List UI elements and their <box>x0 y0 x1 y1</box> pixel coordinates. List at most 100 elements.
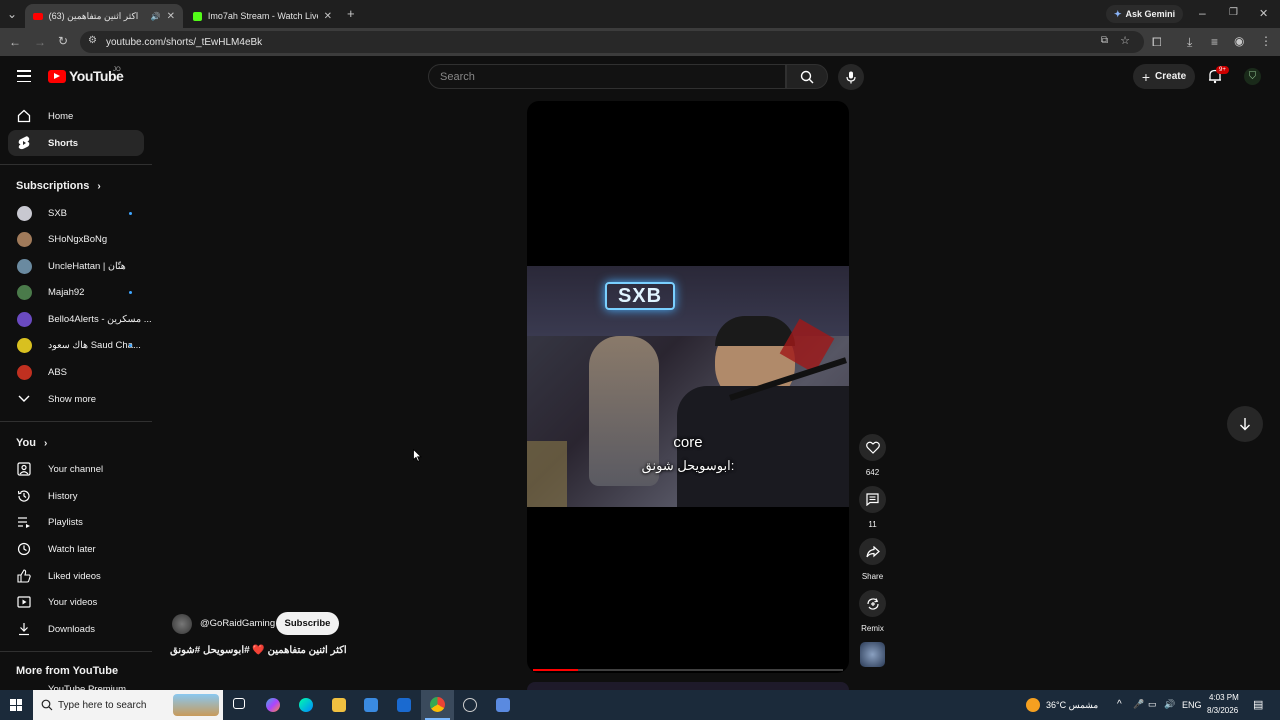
new-content-dot <box>129 212 132 215</box>
microphone-tray-icon[interactable]: 🎤 <box>1133 699 1144 710</box>
file-explorer-icon[interactable] <box>332 698 346 712</box>
sidebar-item-liked-videos[interactable]: Liked videos <box>8 563 144 589</box>
clock-date[interactable]: 8/3/2026 <box>1207 706 1238 715</box>
volume-icon[interactable]: 🔊 <box>1164 699 1175 710</box>
install-app-icon[interactable]: ⧉ <box>1101 35 1108 46</box>
tab-search-icon[interactable]: ⌄ <box>7 7 17 21</box>
ask-gemini-label: Ask Gemini <box>1125 9 1176 19</box>
youtube-favicon-icon <box>33 12 43 20</box>
like-icon <box>16 568 32 584</box>
close-window-icon[interactable]: ✕ <box>1259 7 1268 20</box>
you-heading[interactable]: You › <box>16 437 47 449</box>
obs-icon[interactable] <box>463 698 477 712</box>
tab-kick[interactable]: Imo7ah Stream - Watch Live on ✕ <box>185 4 340 28</box>
progress-track[interactable] <box>533 669 843 671</box>
download-icon <box>16 621 32 637</box>
sidebar-item-subscription[interactable]: SHoNgxBoNg <box>8 226 144 252</box>
sidebar-item-subscription[interactable]: SXB <box>8 200 144 226</box>
subscription-label: ABS <box>48 366 68 378</box>
subscribe-button[interactable]: Subscribe <box>276 612 339 635</box>
minimize-icon[interactable]: – <box>1199 6 1206 20</box>
taskbar-search-input[interactable]: Type here to search <box>33 690 223 720</box>
extensions-icon[interactable]: ⧠ <box>1152 35 1162 50</box>
plus-icon: + <box>1141 68 1151 85</box>
subscription-label: Majah92 <box>48 286 85 298</box>
windows-start-icon[interactable] <box>10 699 22 711</box>
app-icon[interactable] <box>496 698 510 712</box>
back-icon[interactable]: ← <box>9 35 21 49</box>
sidebar-item-show-more[interactable]: Show more <box>8 386 144 412</box>
sidebar-item-your-channel[interactable]: Your channel <box>8 456 144 482</box>
sidebar-item-downloads[interactable]: Downloads <box>8 616 144 642</box>
chevron-right-icon: › <box>43 437 48 449</box>
sidebar-item-subscription[interactable]: UncleHattan | هتّان <box>8 253 144 279</box>
profile-icon[interactable]: ◉ <box>1234 34 1244 48</box>
account-avatar[interactable]: ⛉ <box>1244 68 1261 85</box>
show-hidden-icons-icon[interactable]: ^ <box>1117 699 1122 710</box>
site-info-icon[interactable]: ⚙ <box>88 35 97 46</box>
sidebar-item-label: Watch later <box>48 543 96 555</box>
search-input[interactable]: Search <box>428 64 786 89</box>
store-icon[interactable] <box>364 698 378 712</box>
create-button[interactable]: + Create <box>1133 64 1195 89</box>
sidebar-item-label: Your channel <box>48 463 104 475</box>
sidebar: Home Shorts Subscriptions › SXB SHoNgxBo… <box>0 98 152 692</box>
restore-icon[interactable]: ❐ <box>1229 7 1238 18</box>
share-label: Share <box>861 572 884 581</box>
video-title[interactable]: اكثر اثنين متفاهمين ❤️ #ابوسويحل #شونق <box>170 645 347 656</box>
address-bar-row: ← → ↻ ⚙ youtube.com/shorts/_tEwHLM4eBk ⧉… <box>0 28 1280 56</box>
you-title: You <box>16 437 36 449</box>
like-button[interactable] <box>859 434 886 461</box>
sidebar-item-home[interactable]: Home <box>8 103 144 129</box>
sidebar-item-subscription[interactable]: ABS <box>8 359 144 385</box>
language-indicator[interactable]: ENG <box>1182 700 1202 710</box>
subscriptions-title: Subscriptions <box>16 180 90 192</box>
forward-icon[interactable]: → <box>34 35 46 49</box>
close-tab-icon[interactable]: ✕ <box>324 11 332 22</box>
remix-button[interactable] <box>859 590 886 617</box>
sidebar-item-subscription[interactable]: هاك سعود Saud Cha... <box>8 332 144 358</box>
ask-gemini-button[interactable]: ✦ Ask Gemini <box>1106 5 1184 23</box>
voice-search-button[interactable] <box>838 64 864 90</box>
next-video-button[interactable] <box>1227 406 1263 442</box>
url-field[interactable]: ⚙ youtube.com/shorts/_tEwHLM4eBk ⧉ ☆ <box>80 31 1144 53</box>
menu-icon[interactable]: ⋮ <box>1260 34 1272 48</box>
mail-icon[interactable] <box>397 698 411 712</box>
tab-youtube[interactable]: اكثر اثنين متفاهمين (63) 🔊 ✕ <box>25 4 183 28</box>
speaker-icon[interactable]: 🔊 <box>151 12 161 21</box>
sound-source-thumbnail[interactable] <box>860 642 885 667</box>
edge-icon[interactable] <box>299 698 313 712</box>
sidebar-item-history[interactable]: History <box>8 483 144 509</box>
subscriptions-heading[interactable]: Subscriptions › <box>16 180 101 192</box>
weather-text[interactable]: 36°C مشمس <box>1046 700 1098 711</box>
clock-time[interactable]: 4:03 PM <box>1209 693 1239 702</box>
media-control-icon[interactable]: ≡ <box>1211 35 1218 49</box>
notifications-button[interactable]: 9+ <box>1207 66 1229 86</box>
sidebar-item-your-videos[interactable]: Your videos <box>8 589 144 615</box>
downloads-icon[interactable]: ⤓ <box>1187 35 1192 50</box>
notification-center-icon[interactable]: ▤ <box>1253 698 1263 711</box>
network-icon[interactable]: ▭ <box>1148 699 1157 710</box>
comments-button[interactable] <box>859 486 886 513</box>
close-tab-icon[interactable]: ✕ <box>167 11 175 22</box>
search-button[interactable] <box>786 64 828 89</box>
hamburger-menu-icon[interactable] <box>17 70 31 82</box>
subscription-label: SHoNgxBoNg <box>48 233 108 245</box>
sidebar-item-watch-later[interactable]: Watch later <box>8 536 144 562</box>
new-tab-icon[interactable]: + <box>347 6 355 21</box>
task-view-icon[interactable] <box>233 698 245 709</box>
channel-name[interactable]: @GoRaidGaming <box>200 618 275 629</box>
chrome-icon <box>430 697 445 712</box>
share-button[interactable] <box>859 538 886 565</box>
bookmark-star-icon[interactable]: ☆ <box>1120 34 1130 47</box>
reload-icon[interactable]: ↻ <box>58 34 68 48</box>
copilot-icon[interactable] <box>266 698 280 712</box>
sidebar-item-playlists[interactable]: Playlists <box>8 509 144 535</box>
sidebar-item-subscription[interactable]: Majah92 <box>8 279 144 305</box>
sidebar-item-subscription[interactable]: Bello4Alerts - مسكرين ... <box>8 306 152 332</box>
shorts-video-player[interactable]: SXB core ابوسويحل شونق: <box>527 101 849 673</box>
taskbar-search-placeholder: Type here to search <box>58 699 147 711</box>
channel-avatar[interactable] <box>172 614 192 634</box>
chrome-taskbar-button[interactable] <box>421 690 454 720</box>
sidebar-item-shorts[interactable]: Shorts <box>8 130 144 156</box>
